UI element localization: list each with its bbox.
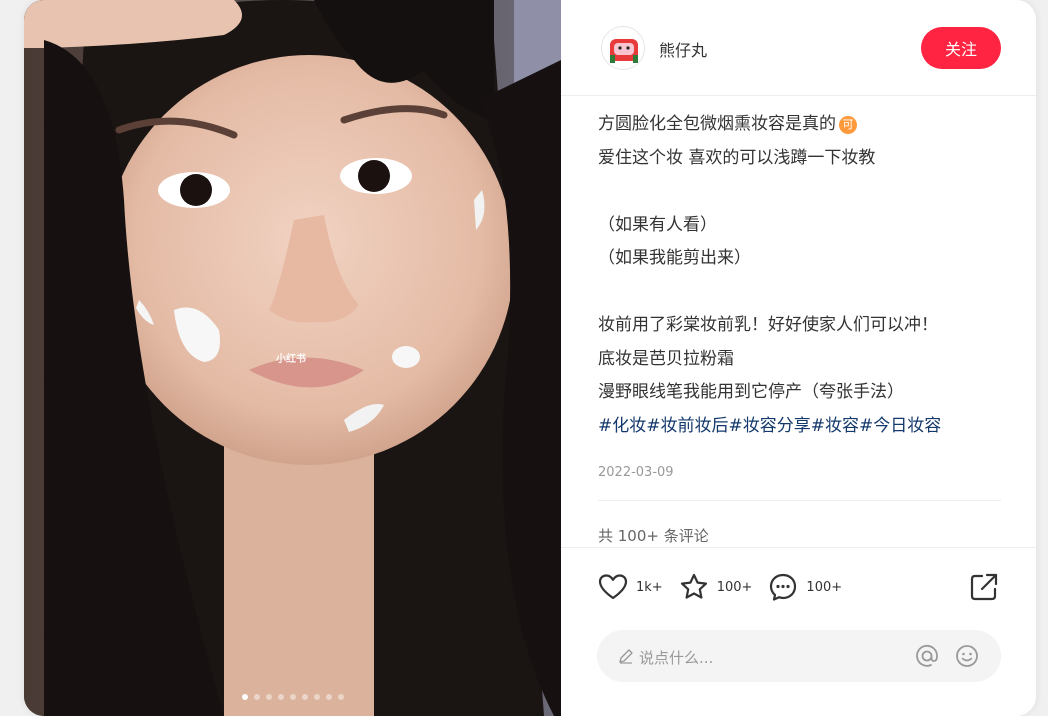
note-detail-panel: 熊仔丸 关注 方圆脸化全包微烟熏妆容是真的可 爱住这个妆 喜欢的可以浅蹲一下妆教…	[561, 0, 1036, 716]
like-count: 1k+	[636, 579, 663, 595]
post-text-line: （如果我能剪出来）	[598, 248, 751, 268]
carousel-dot[interactable]	[337, 694, 344, 700]
comment-input[interactable]: 说点什么...	[597, 630, 1001, 682]
post-text-line: 底妆是芭贝拉粉霜	[598, 348, 734, 369]
comment-placeholder: 说点什么...	[639, 649, 714, 667]
collect-count: 100+	[716, 579, 753, 595]
post-content: 方圆脸化全包微烟熏妆容是真的可 爱住这个妆 喜欢的可以浅蹲一下妆教 （如果有人看…	[598, 108, 1018, 480]
star-icon	[680, 573, 707, 599]
at-icon[interactable]	[913, 642, 941, 670]
follow-button[interactable]: 关注	[921, 27, 1001, 69]
post-text-line: 妆前用了彩棠妆前乳！好好使家人们可以冲！	[598, 315, 938, 335]
carousel-dot[interactable]	[265, 694, 272, 700]
carousel-dot[interactable]	[277, 694, 284, 700]
post-text-line: 方圆脸化全包微烟熏妆容是真的可	[598, 108, 1018, 142]
post-text: 方圆脸化全包微烟熏妆容是真的	[598, 114, 836, 134]
carousel-dot[interactable]	[241, 694, 248, 700]
pencil-icon	[619, 649, 633, 664]
post-date: 2022-03-09	[598, 465, 674, 480]
emoji-icon: 可	[839, 116, 857, 134]
heart-icon	[598, 574, 628, 600]
action-buttons: 1k+ 100+ 100+	[598, 572, 858, 602]
comment-icon	[770, 573, 797, 601]
post-photo[interactable]: 小红书	[24, 0, 561, 716]
share-icon[interactable]	[969, 572, 999, 602]
author-name[interactable]: 熊仔丸	[659, 37, 707, 61]
carousel-dot[interactable]	[325, 694, 332, 700]
author-header: 熊仔丸 关注	[561, 0, 1036, 96]
note-card: 小红书 熊仔丸 关注 方圆脸化全包微烟熏妆容是真的可 爱住这个妆 喜欢的可以浅蹲…	[24, 0, 1036, 716]
divider	[598, 500, 1001, 501]
carousel-dot[interactable]	[289, 694, 296, 700]
carousel-dot[interactable]	[313, 694, 320, 700]
emoji-icon[interactable]	[953, 642, 981, 670]
post-text-line: （如果有人看）	[598, 214, 717, 235]
post-text-line: 漫野眼线笔我能用到它停产（夸张手法）	[598, 382, 904, 402]
like-button[interactable]: 1k+	[598, 572, 663, 602]
author-avatar[interactable]	[601, 26, 645, 70]
hashtags[interactable]: #化妆#妆前妆后#妆容分享#妆容#今日妆容	[598, 410, 1018, 444]
comment-count: 100+	[806, 579, 843, 595]
carousel-dots[interactable]	[24, 694, 561, 700]
collect-button[interactable]: 100+	[679, 572, 753, 602]
engagement-bar: 1k+ 100+ 100+ 说点什么...	[561, 547, 1036, 716]
comment-button[interactable]: 100+	[768, 572, 842, 602]
comments-count: 共 100+ 条评论	[598, 527, 709, 545]
carousel-dot[interactable]	[253, 694, 260, 700]
post-text-line: 爱住这个妆 喜欢的可以浅蹲一下妆教	[598, 147, 876, 168]
watermark-text: 小红书	[276, 354, 306, 365]
carousel-dot[interactable]	[301, 694, 308, 700]
